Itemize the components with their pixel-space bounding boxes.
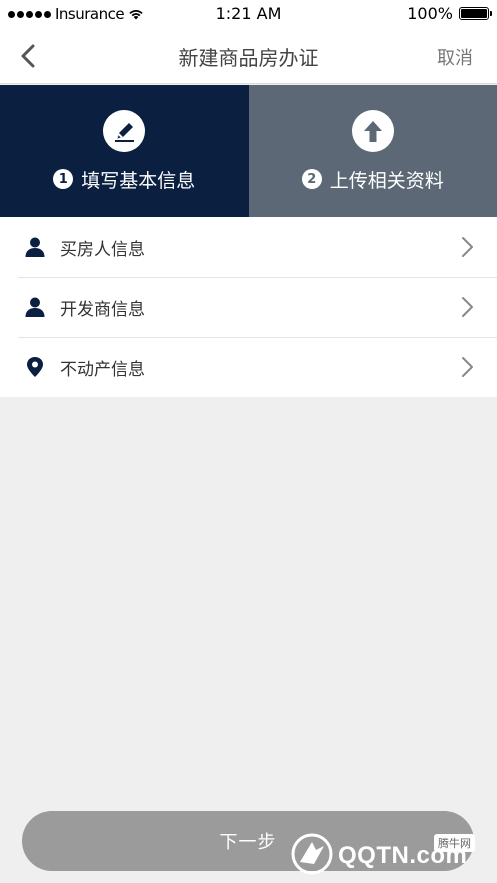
step-number: 1	[53, 169, 74, 189]
battery-percentage: 100%	[407, 4, 453, 23]
step-label-row: 2 上传相关资料	[301, 166, 444, 193]
list-item-property-info[interactable]: 不动产信息	[0, 337, 497, 397]
person-icon	[24, 236, 46, 258]
watermark-logo-icon	[291, 833, 333, 875]
upload-arrow-icon	[351, 109, 394, 152]
step-indicator: 1 填写基本信息 2 上传相关资料	[0, 85, 497, 217]
list-item-label: 不动产信息	[60, 359, 145, 380]
status-bar: Insurance 1:21 AM 100%	[0, 0, 497, 28]
chevron-right-icon	[462, 237, 473, 257]
pen-icon	[103, 109, 146, 152]
chevron-right-icon	[462, 297, 473, 317]
list-item-buyer-info[interactable]: 买房人信息	[0, 217, 497, 277]
watermark-tag: 腾牛网	[434, 834, 475, 852]
list-item-label: 买房人信息	[60, 239, 145, 260]
page-title: 新建商品房办证	[178, 46, 319, 70]
step-number: 2	[301, 169, 322, 189]
person-icon	[24, 296, 46, 318]
status-right: 100%	[407, 4, 492, 23]
step-upload-documents[interactable]: 2 上传相关资料	[248, 85, 497, 217]
watermark: QQTN.com 腾牛网	[290, 828, 490, 880]
list-item-label: 开发商信息	[60, 299, 145, 320]
location-pin-icon	[24, 356, 46, 378]
list-item-developer-info[interactable]: 开发商信息	[0, 277, 497, 337]
step-label: 填写基本信息	[81, 169, 196, 192]
step-fill-basic-info[interactable]: 1 填写基本信息	[0, 85, 249, 217]
cancel-button[interactable]: 取消	[437, 44, 473, 70]
info-section-list: 买房人信息 开发商信息 不动产信息	[0, 217, 497, 397]
battery-icon	[459, 7, 492, 20]
navigation-bar: 新建商品房办证 取消	[0, 28, 497, 84]
step-label: 上传相关资料	[329, 169, 444, 192]
step-label-row: 1 填写基本信息	[53, 166, 195, 193]
chevron-right-icon	[462, 357, 473, 377]
